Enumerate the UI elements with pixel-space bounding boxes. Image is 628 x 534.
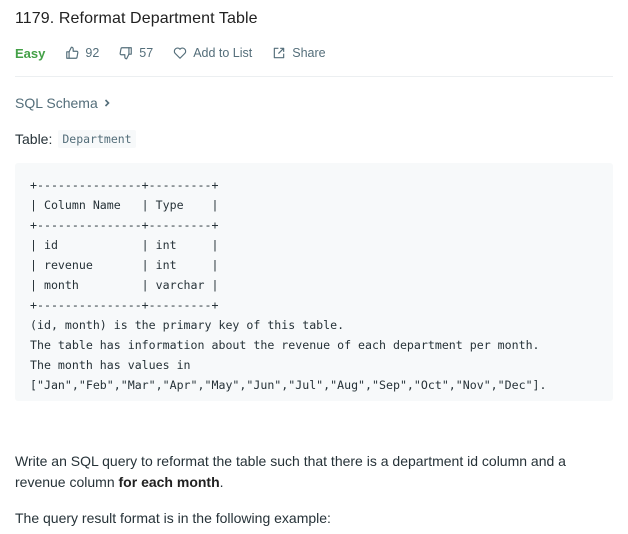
share-label: Share (292, 46, 326, 60)
heart-icon (174, 47, 187, 59)
description-paragraph: Write an SQL query to reformat the table… (15, 451, 613, 493)
dislike-count: 57 (139, 46, 154, 60)
description-text: Write an SQL query to reformat the table… (15, 453, 566, 490)
meta-divider (15, 76, 613, 77)
add-to-list-label: Add to List (193, 46, 253, 60)
table-name-code: Department (58, 130, 136, 148)
result-format-text: The query result format is in the follow… (15, 510, 331, 526)
like-count: 92 (85, 46, 100, 60)
description-bold: for each month (118, 474, 220, 490)
problem-meta: Easy 92 57 Add to List Share (15, 44, 346, 62)
share-icon (274, 47, 285, 59)
sql-schema-label: SQL Schema (15, 95, 98, 111)
difficulty-badge: Easy (15, 45, 46, 61)
share-button[interactable]: Share (272, 46, 326, 60)
schema-code-block: +---------------+---------+ | Column Nam… (15, 163, 613, 401)
like-button[interactable]: 92 (65, 46, 99, 60)
table-label-text: Table: (15, 131, 53, 147)
chevron-right-icon (104, 99, 110, 107)
thumbs-up-icon (66, 46, 79, 59)
problem-title: 1179. Reformat Department Table (15, 10, 258, 27)
add-to-list-button[interactable]: Add to List (173, 46, 252, 60)
dislike-button[interactable]: 57 (119, 46, 153, 60)
description-end: . (219, 474, 224, 490)
table-heading: Table: Department (15, 130, 136, 148)
thumbs-down-icon (119, 47, 133, 60)
sql-schema-link[interactable]: SQL Schema (15, 95, 112, 111)
schema-code-text: +---------------+---------+ | Column Nam… (30, 178, 547, 392)
